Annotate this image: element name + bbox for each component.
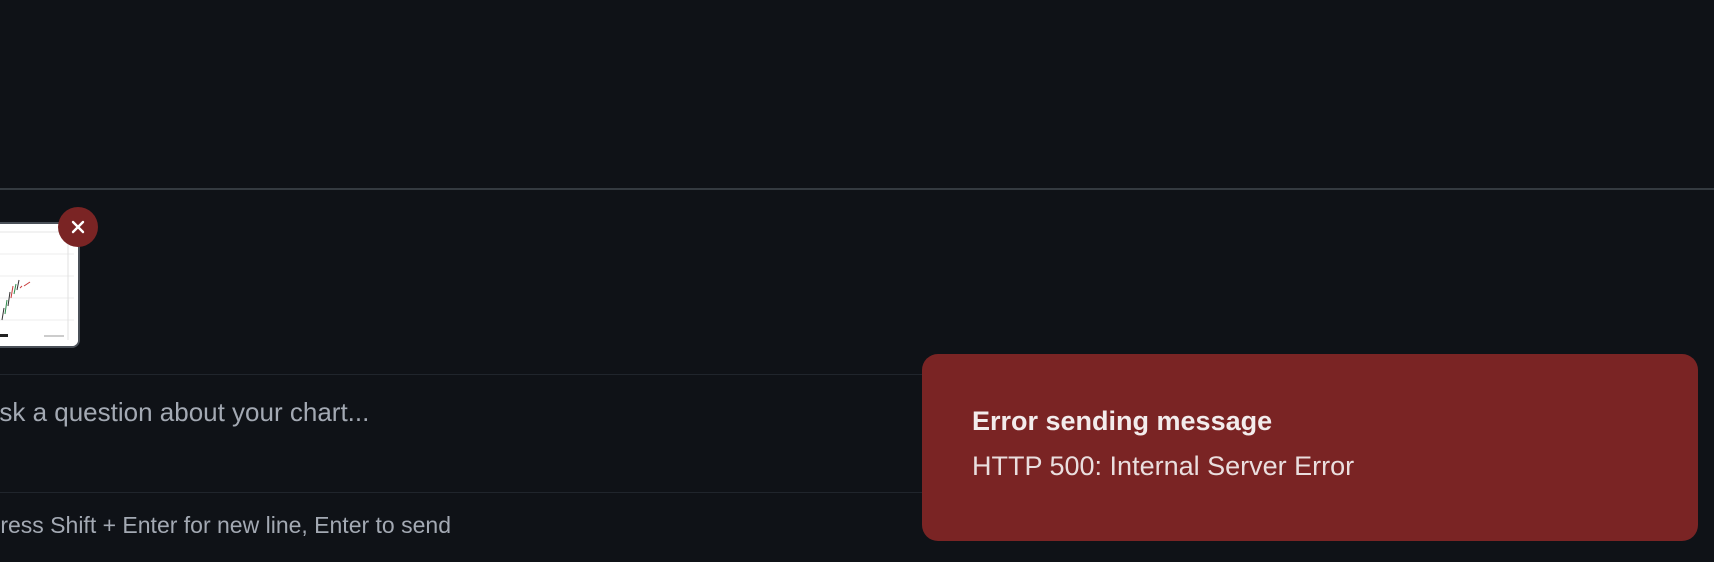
toast-title: Error sending message (972, 406, 1273, 436)
chat-panel: Press Shift + Enter for new line, Enter … (0, 0, 1714, 562)
question-input[interactable] (0, 392, 882, 432)
keyboard-hint: Press Shift + Enter for new line, Enter … (0, 512, 451, 538)
divider (0, 374, 930, 375)
close-icon (71, 220, 85, 234)
remove-attachment-button[interactable] (58, 207, 98, 247)
divider (0, 492, 930, 493)
toast-description: HTTP 500: Internal Server Error (972, 451, 1355, 481)
divider (0, 188, 1714, 190)
error-toast: Error sending message HTTP 500: Internal… (922, 354, 1698, 541)
